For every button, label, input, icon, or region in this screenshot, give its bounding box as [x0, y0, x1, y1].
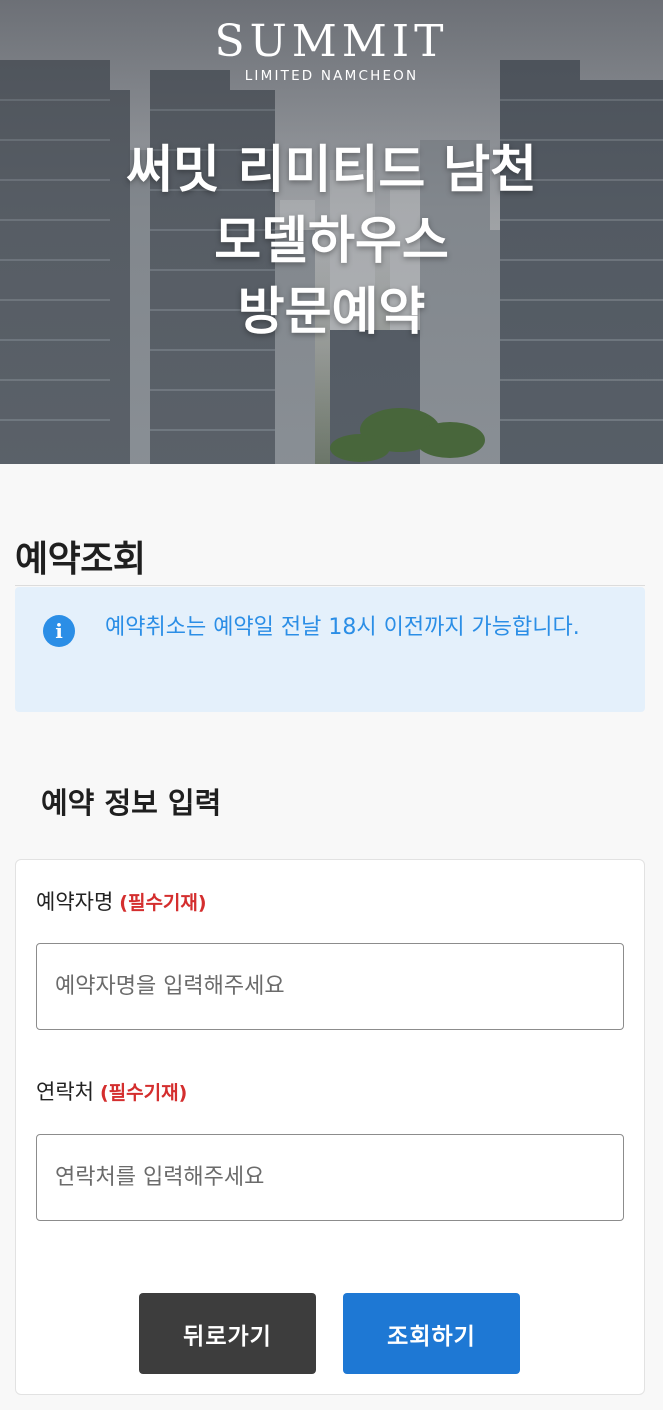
section-title: 예약 정보 입력	[41, 786, 222, 820]
notice-text: 예약취소는 예약일 전날 18시 이전까지 가능합니다.	[105, 615, 580, 640]
hero-title: 써밋 리미티드 남천 모델하우스 방문예약	[0, 135, 663, 348]
info-icon: i	[43, 615, 75, 647]
name-label-text: 예약자명	[36, 890, 114, 914]
reservation-form: 예약자명(필수기재) 연락처(필수기재) 뒤로가기 조회하기	[15, 859, 645, 1395]
brand-logo: SUMMIT LIMITED NAMCHEON	[0, 16, 663, 85]
hero-title-line: 방문예약	[237, 283, 426, 342]
phone-field-label: 연락처 (필수기재)	[36, 1076, 187, 1106]
brand-subtitle: LIMITED NAMCHEON	[244, 68, 419, 84]
required-tag: (필수기재)	[99, 1082, 188, 1104]
hero-title-line: 모델하우스	[214, 212, 449, 271]
info-notice: i 예약취소는 예약일 전날 18시 이전까지 가능합니다.	[15, 587, 645, 712]
name-input[interactable]	[36, 943, 624, 1030]
phone-label-text: 연락처	[36, 1080, 94, 1104]
hero-banner: SUMMIT LIMITED NAMCHEON 써밋 리미티드 남천 모델하우스…	[0, 0, 663, 464]
hero-title-line: 써밋 리미티드 남천	[126, 141, 537, 200]
title-divider	[15, 585, 645, 586]
page-title: 예약조회	[15, 539, 146, 580]
search-button[interactable]: 조회하기	[343, 1293, 520, 1374]
back-button[interactable]: 뒤로가기	[139, 1293, 316, 1374]
brand-name: SUMMIT	[214, 16, 449, 67]
required-tag: (필수기재)	[119, 892, 207, 914]
phone-input[interactable]	[36, 1134, 624, 1221]
name-field-label: 예약자명 (필수기재)	[36, 886, 207, 916]
